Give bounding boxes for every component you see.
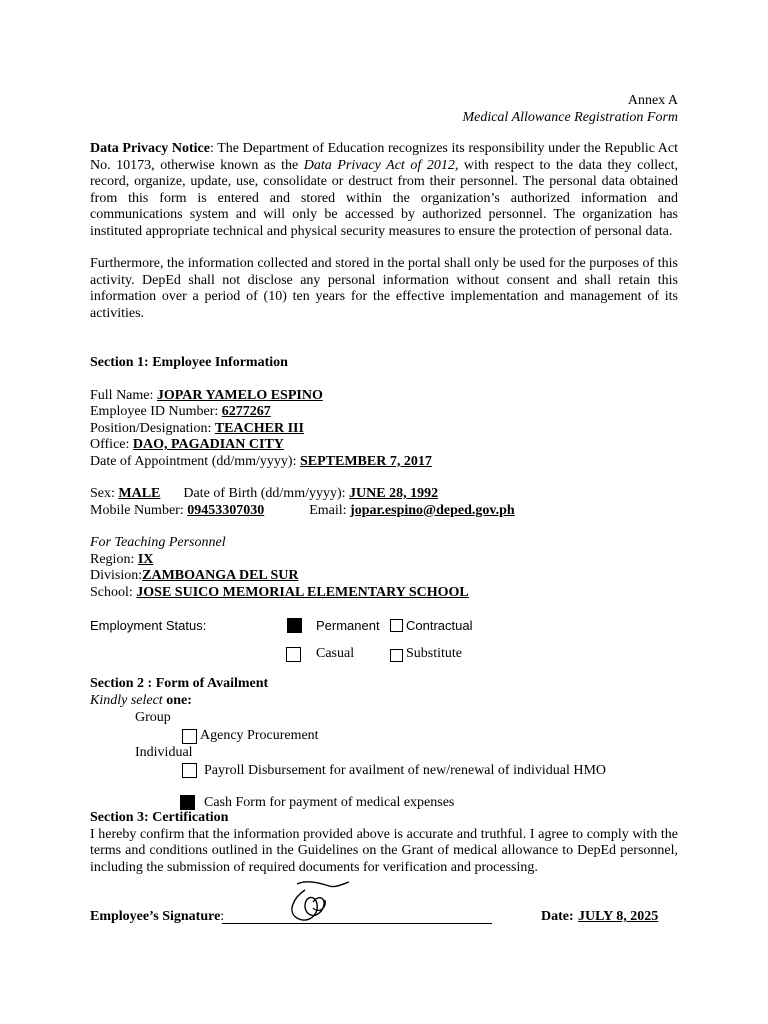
employment-status-label: Employment Status: [90, 618, 207, 633]
date-label: Date: [541, 909, 574, 924]
date-value: JULY 8, 2025 [578, 909, 659, 924]
substitute-label: Substitute [406, 646, 463, 661]
section2: Section 2 : Form of Availment Kindly sel… [90, 676, 678, 810]
individual-label: Individual [135, 745, 193, 760]
payroll-label: Payroll Disbursement for availment of ne… [204, 763, 607, 778]
sex-value: MALE [118, 486, 161, 501]
division-value: ZAMBOANGA DEL SUR [142, 568, 299, 583]
region-row: Region: IX [90, 551, 154, 567]
privacy-paragraph-2: Furthermore, the information collected a… [90, 256, 678, 321]
position-value: TEACHER III [214, 420, 304, 436]
division-row: Division:ZAMBOANGA DEL SUR [90, 568, 299, 583]
privacy-notice: Data Privacy Notice: The Department of E… [90, 141, 678, 239]
certification-text: I hereby confirm that the information pr… [90, 826, 678, 875]
agency-procurement-label: Agency Procurement [200, 728, 319, 743]
email-value: jopar.espino@deped.gov.ph [350, 502, 515, 518]
payroll-checkbox[interactable] [182, 763, 197, 778]
personal-info: Sex: MALE Date of Birth (dd/mm/yyyy): JUN… [90, 486, 678, 519]
mobile-value: 09453307030 [187, 502, 265, 518]
act-name: Data Privacy Act of 2012 [303, 157, 455, 173]
region-value: IX [137, 551, 154, 567]
employee-id-value: 6277267 [221, 404, 271, 419]
school-row: School: JOSE SUICO MEMORIAL ELEMENTARY S… [90, 584, 469, 600]
signature-label: Employee’s Signature: [90, 909, 225, 924]
signature-image [291, 881, 350, 921]
contractual-checkbox[interactable] [390, 619, 403, 632]
school-value: JOSE SUICO MEMORIAL ELEMENTARY SCHOOL [136, 584, 469, 600]
appointment-value: SEPTEMBER 7, 2017 [299, 453, 432, 469]
group-label: Group [135, 710, 171, 725]
privacy-title: Data Privacy Notice [90, 141, 210, 156]
document-page: Annex A Medical Allowance Registration F… [90, 92, 678, 930]
contractual-label: Contractual [406, 618, 473, 633]
permanent-checkbox[interactable] [287, 618, 302, 633]
full-name-value: JOPAR YAMELO ESPINO [156, 387, 323, 403]
full-name-row: Full Name: JOPAR YAMELO ESPINO [90, 387, 323, 403]
section2-title: Section 2 : Form of Availment [90, 676, 269, 691]
teaching-info: For Teaching Personnel Region: IX Divisi… [90, 535, 678, 601]
section3-title: Section 3: Certification [90, 810, 229, 825]
employment-status: Employment Status: Permanent Contractual… [90, 610, 678, 668]
section1-title: Section 1: Employee Information [90, 355, 288, 370]
agency-procurement-checkbox[interactable] [182, 729, 197, 744]
casual-checkbox[interactable] [286, 647, 301, 662]
casual-label: Casual [316, 646, 355, 661]
sex-dob-row: Sex: MALE Date of Birth (dd/mm/yyyy): JUN… [90, 486, 439, 501]
form-title: Medical Allowance Registration Form [462, 110, 678, 125]
kindly-select: Kindly select one: [90, 693, 192, 708]
employee-info: Full Name: JOPAR YAMELO ESPINO Employee … [90, 388, 678, 471]
dob-value: JUNE 28, 1992 [349, 486, 439, 501]
appointment-row: Date of Appointment (dd/mm/yyyy): SEPTEM… [90, 453, 432, 469]
annex-label: Annex A [627, 93, 678, 108]
office-row: Office: DAO, PAGADIAN CITY [90, 437, 284, 452]
office-value: DAO, PAGADIAN CITY [132, 437, 284, 452]
substitute-checkbox[interactable] [390, 649, 403, 662]
permanent-label: Permanent [316, 618, 380, 633]
employee-id-row: Employee ID Number: 6277267 [90, 404, 271, 419]
teaching-label: For Teaching Personnel [90, 535, 226, 550]
cash-checkbox[interactable] [180, 795, 195, 810]
signature-row: Employee’s Signature: Date: JULY 8, 2025 [90, 881, 678, 930]
mobile-email-row: Mobile Number: 09453307030 Email: jopar.e… [90, 502, 515, 518]
cash-label: Cash Form for payment of medical expense… [204, 795, 455, 810]
position-row: Position/Designation: TEACHER III [90, 420, 304, 436]
